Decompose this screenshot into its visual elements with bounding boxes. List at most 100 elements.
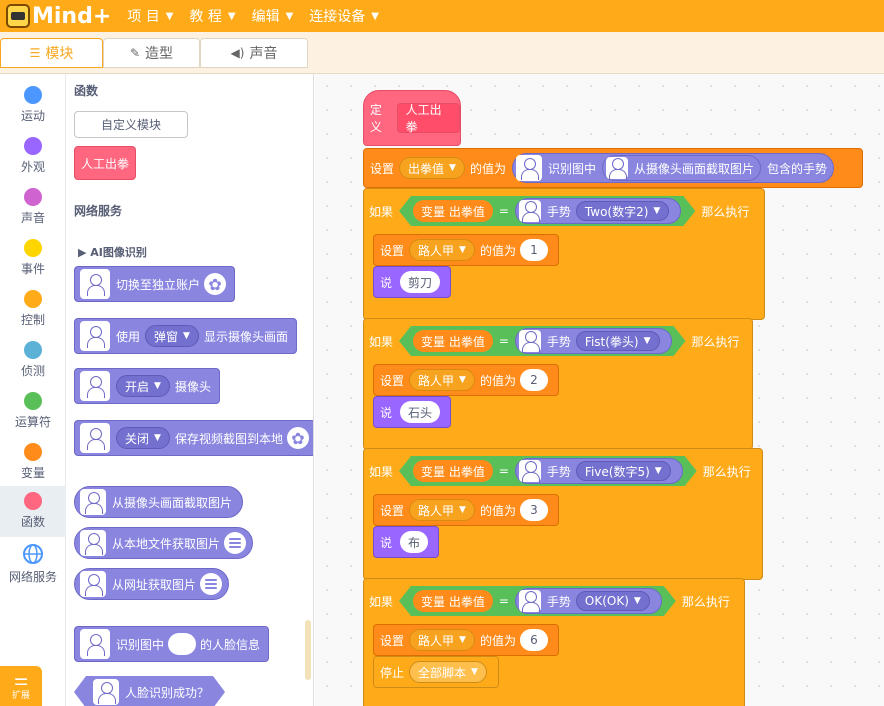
person-var-dropdown[interactable]: 路人甲 ▼ [409, 369, 475, 391]
category-list: 运动 外观 声音 事件 控制 侦测 运算符 变量 函数 网络服务 [0, 74, 66, 706]
set-person-block-3[interactable]: 设置 路人甲 ▼ 的值为 3 [373, 494, 559, 526]
equals-condition[interactable]: 变量 出拳值 = 手势 Five(数字5) ▼ [399, 456, 697, 486]
gear-icon[interactable]: ✿ [286, 427, 309, 449]
switch-account-block[interactable]: 切换至独立账户 ✿ [74, 266, 236, 302]
set-person-block-2[interactable]: 设置 路人甲 ▼ 的值为 2 [373, 364, 559, 396]
menu-edit[interactable]: 编辑 ▼ [252, 6, 294, 26]
set-person-block-4[interactable]: 设置 路人甲 ▼ 的值为 6 [373, 624, 559, 656]
tab-blocks[interactable]: ☰ 模块 [0, 38, 103, 68]
category-variables[interactable]: 变量 [0, 437, 66, 488]
say-block-3[interactable]: 说 布 [373, 526, 440, 558]
from-url-block[interactable]: 从网址获取图片 [74, 568, 230, 600]
gesture-dropdown[interactable]: Five(数字5) ▼ [576, 461, 671, 481]
chevron-down-icon: ▼ [183, 331, 190, 341]
category-label: 运算符 [14, 415, 51, 429]
recognize-gesture-reporter[interactable]: 识别图中 从摄像头画面截取图片 包含的手势 [511, 153, 835, 183]
say-block-2[interactable]: 说 石头 [373, 396, 452, 428]
value-input[interactable]: 6 [519, 629, 548, 651]
dropdown-value: 关闭 [125, 431, 150, 446]
person-var-dropdown[interactable]: 路人甲 ▼ [409, 239, 475, 261]
person-var-dropdown[interactable]: 路人甲 ▼ [409, 629, 475, 651]
editor-tabs: ☰ 模块 ✎ 造型 ◀) 声音 [0, 32, 884, 74]
ai-person-icon [519, 330, 541, 352]
equals-condition[interactable]: 变量 出拳值 = 手势 Two(数字2) ▼ [399, 196, 695, 226]
then-label: 那么执行 [702, 464, 751, 479]
palette-scrollbar[interactable] [305, 620, 311, 680]
gesture-dropdown[interactable]: OK(OK) ▼ [576, 591, 650, 611]
gesture-dropdown[interactable]: Two(数字2) ▼ [576, 201, 669, 221]
gear-icon[interactable]: ✿ [204, 273, 227, 295]
capture-camera-reporter[interactable]: 从摄像头画面截取图片 [601, 155, 761, 181]
extension-label: 扩展 [11, 690, 30, 701]
block-label: 切换至独立账户 [116, 277, 201, 292]
category-sensing[interactable]: 侦测 [0, 335, 66, 386]
close-dropdown[interactable]: 关闭 ▼ [116, 427, 170, 449]
list-icon[interactable] [224, 532, 247, 554]
menu-project[interactable]: 项 目 ▼ [127, 6, 173, 26]
block-label: 使用 [116, 329, 141, 344]
gesture-dropdown[interactable]: Fist(拳头) ▼ [576, 331, 660, 351]
define-hat-block[interactable]: 定义 人工出拳 [363, 90, 461, 146]
category-network[interactable]: 网络服务 [0, 539, 66, 590]
define-name-block[interactable]: 人工出拳 [396, 103, 460, 134]
gesture-reporter[interactable]: 手势 Fist(拳头) ▼ [515, 328, 672, 354]
equals-sign: = [498, 594, 509, 608]
if-2-header: 如果 变量 出拳值 = 手势 Fist(拳头) ▼ 那么执行 [363, 322, 740, 360]
popup-dropdown[interactable]: 弹窗 ▼ [145, 325, 199, 347]
tab-sounds[interactable]: ◀) 声音 [200, 38, 308, 68]
say-text-input[interactable]: 石头 [400, 401, 441, 423]
var-punch-reporter[interactable]: 变量 出拳值 [413, 330, 493, 352]
tab-costumes[interactable]: ✎ 造型 [103, 38, 200, 68]
set-person-block-1[interactable]: 设置 路人甲 ▼ 的值为 1 [373, 234, 559, 266]
category-operators[interactable]: 运算符 [0, 386, 66, 437]
function-call-block[interactable]: 人工出拳 [74, 146, 137, 180]
equals-condition[interactable]: 变量 出拳值 = 手势 OK(OK) ▼ [399, 586, 676, 616]
set-punch-value-block[interactable]: 设置 出拳值 ▼ 的值为 识别图中 从摄像头画面截取图片 包含的手势 [363, 148, 863, 188]
chevron-down-icon: ▼ [633, 596, 641, 606]
value-input[interactable]: 2 [519, 369, 548, 391]
var-punch-reporter[interactable]: 变量 出拳值 [413, 460, 493, 482]
category-looks[interactable]: 外观 [0, 131, 66, 182]
from-local-file-block[interactable]: 从本地文件获取图片 [74, 527, 254, 559]
ai-section-toggle[interactable]: ▶ AI图像识别 [78, 244, 147, 260]
say-text-input[interactable]: 剪刀 [400, 271, 441, 293]
gesture-reporter[interactable]: 手势 Two(数字2) ▼ [515, 198, 681, 224]
stop-block[interactable]: 停止 全部脚本 ▼ [373, 656, 499, 688]
toggle-camera-block[interactable]: 开启 ▼ 摄像头 [74, 368, 220, 404]
category-motion[interactable]: 运动 [0, 80, 66, 131]
stop-option-dropdown[interactable]: 全部脚本 ▼ [409, 661, 487, 683]
var-punch-reporter[interactable]: 变量 出拳值 [413, 200, 493, 222]
person-var-dropdown[interactable]: 路人甲 ▼ [409, 499, 475, 521]
category-events[interactable]: 事件 [0, 233, 66, 284]
app-logo[interactable]: Mind+ [6, 4, 111, 29]
category-functions[interactable]: 函数 [0, 486, 66, 537]
image-input-slot[interactable] [168, 633, 197, 655]
menu-connect-device[interactable]: 连接设备 ▼ [309, 6, 379, 26]
var-punch-reporter[interactable]: 变量 出拳值 [413, 590, 493, 612]
say-block-1[interactable]: 说 剪刀 [373, 266, 452, 298]
extension-button[interactable]: ⚌ 扩展 [0, 666, 42, 706]
ai-person-icon [519, 460, 541, 482]
value-input[interactable]: 1 [519, 239, 548, 261]
chevron-down-icon: ▼ [285, 10, 294, 22]
gesture-reporter[interactable]: 手势 OK(OK) ▼ [515, 588, 662, 614]
face-info-block[interactable]: 识别图中 的人脸信息 [74, 626, 270, 662]
gesture-reporter[interactable]: 手势 Five(数字5) ▼ [515, 458, 683, 484]
save-snapshot-block[interactable]: 关闭 ▼ 保存视频截图到本地 ✿ [74, 420, 313, 456]
face-success-block[interactable]: 人脸识别成功？ [74, 676, 225, 706]
make-custom-block-button[interactable]: 自定义模块 [74, 111, 188, 138]
chevron-down-icon: ▼ [459, 375, 466, 385]
category-sound[interactable]: 声音 [0, 182, 66, 233]
punch-var-dropdown[interactable]: 出拳值 ▼ [399, 157, 465, 179]
capture-from-camera-block[interactable]: 从摄像头画面截取图片 [74, 486, 244, 518]
brush-icon: ✎ [129, 46, 141, 60]
equals-condition[interactable]: 变量 出拳值 = 手势 Fist(拳头) ▼ [399, 326, 686, 356]
open-dropdown[interactable]: 开启 ▼ [116, 375, 170, 397]
category-control[interactable]: 控制 [0, 284, 66, 335]
value-input[interactable]: 3 [519, 499, 548, 521]
script-area[interactable]: 定义 人工出拳 设置 出拳值 ▼ 的值为 识别图中 从摄像头画面截取图片 包含的手… [315, 74, 884, 706]
list-icon[interactable] [200, 573, 223, 595]
use-popup-camera-block[interactable]: 使用 弹窗 ▼ 显示摄像头画面 [74, 318, 297, 354]
menu-tutorial[interactable]: 教 程 ▼ [189, 6, 235, 26]
say-text-input[interactable]: 布 [400, 531, 429, 553]
